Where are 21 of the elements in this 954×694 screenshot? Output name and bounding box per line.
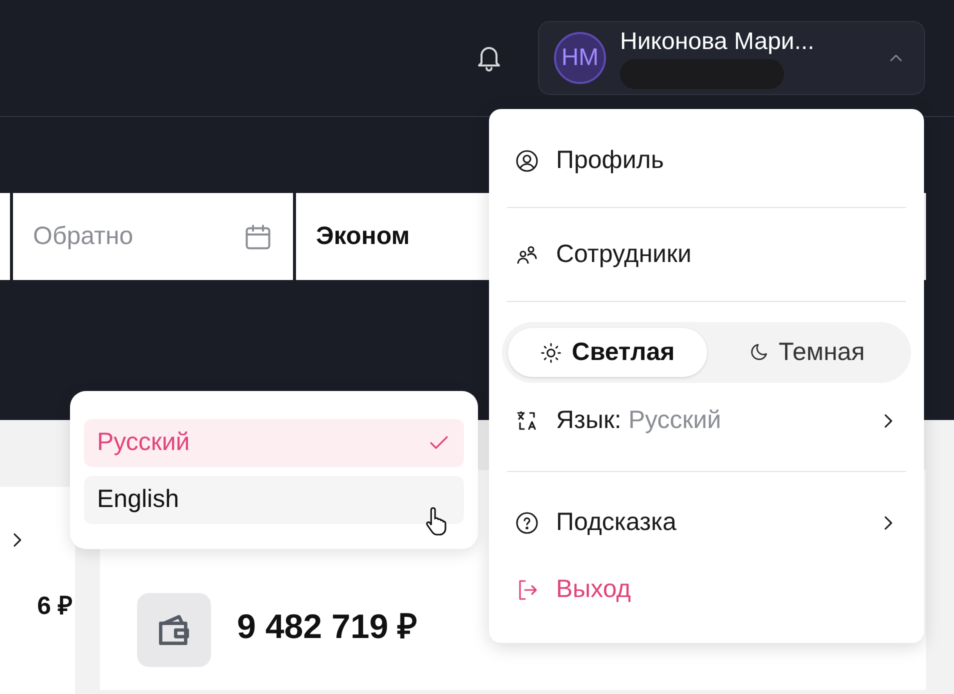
menu-item[interactable]: Сотрудники	[489, 220, 924, 290]
amount: 6 ₽	[37, 591, 73, 622]
date-field[interactable]: Обратно	[13, 193, 293, 280]
menu-item[interactable]: Профиль	[489, 126, 924, 196]
theme-option[interactable]: Темная	[706, 328, 905, 377]
user-name: Никонова Мари...	[620, 27, 814, 57]
avatar: НМ	[554, 32, 606, 84]
language-option[interactable]: English	[84, 476, 464, 524]
menu-item[interactable]: Выход	[489, 560, 924, 620]
sun-icon	[540, 342, 562, 364]
user-circle-icon	[515, 149, 539, 173]
user-menu-button[interactable]: НМ Никонова Мари...	[538, 21, 925, 95]
help-icon	[515, 511, 539, 535]
translate-icon	[515, 409, 539, 433]
balance-amount: 9 482 719 ₽	[237, 607, 418, 648]
language-option[interactable]: Русский	[84, 419, 464, 467]
date-input[interactable]: Обратно	[33, 218, 243, 256]
menu-item[interactable]: Язык: Русский	[489, 391, 924, 451]
menu-item[interactable]: Подсказка	[489, 488, 924, 558]
input-field[interactable]	[0, 193, 10, 280]
theme-option[interactable]: Светлая	[508, 328, 706, 377]
